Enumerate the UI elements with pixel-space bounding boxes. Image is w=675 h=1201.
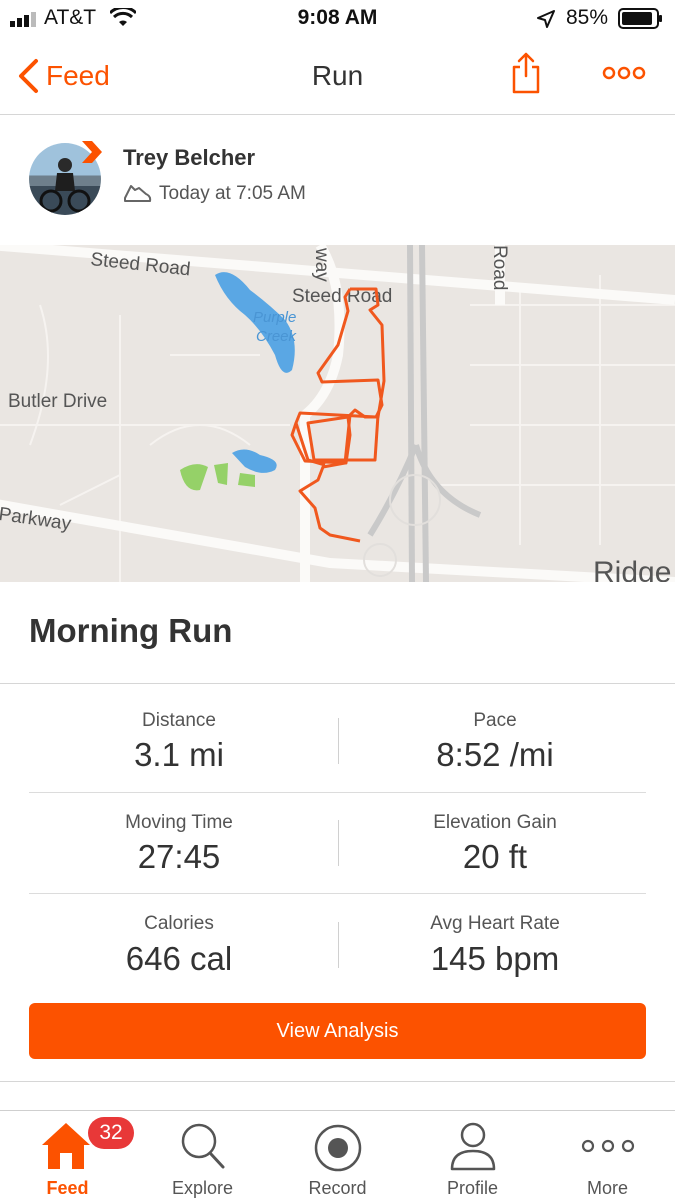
- map-label-road: Road: [489, 245, 510, 290]
- pond-water: [232, 449, 277, 473]
- park-area: [214, 463, 228, 485]
- share-icon[interactable]: [511, 52, 541, 94]
- stat-label-moving-time: Moving Time: [125, 812, 233, 833]
- stat-value-moving-time: 27:45: [137, 838, 221, 875]
- divider: [29, 792, 646, 793]
- stat-label-calories: Calories: [144, 913, 214, 934]
- park-area: [238, 473, 255, 487]
- person-icon: [450, 1122, 496, 1171]
- map-label-creek: Creek: [256, 328, 298, 345]
- stat-value-pace: 8:52 /mi: [436, 736, 554, 773]
- tab-label-profile: Profile: [446, 1178, 499, 1198]
- tab-profile[interactable]: Profile: [405, 1111, 540, 1201]
- tab-label-feed: Feed: [46, 1178, 89, 1198]
- divider: [29, 893, 646, 894]
- tab-label-more: More: [586, 1178, 628, 1198]
- stat-value-avg-heart-rate: 145 bpm: [430, 940, 560, 977]
- stat-value-elevation-gain: 20 ft: [462, 838, 528, 875]
- map-label-steed-road-west: Steed Road: [89, 249, 191, 280]
- navigation-bar: Feed Run: [0, 38, 675, 115]
- map-label-way: way: [311, 247, 332, 282]
- stat-label-distance: Distance: [142, 710, 216, 731]
- map-label-parkway: Parkway: [0, 504, 73, 535]
- stat-label-avg-heart-rate: Avg Heart Rate: [430, 913, 560, 934]
- feed-notification-badge: 32: [88, 1117, 134, 1149]
- more-options-icon[interactable]: [602, 66, 646, 80]
- map-label-purple: Purple: [253, 309, 296, 326]
- location-arrow-icon: [537, 10, 555, 28]
- activity-title: Morning Run: [29, 612, 233, 649]
- search-icon: [181, 1123, 225, 1169]
- tab-record[interactable]: Record: [270, 1111, 405, 1201]
- tab-more[interactable]: More: [540, 1111, 675, 1201]
- route-map[interactable]: Steed Road Steed Road Purple Creek Butle…: [0, 245, 675, 582]
- tab-label-explore: Explore: [171, 1178, 234, 1198]
- battery-icon: [618, 8, 662, 29]
- activity-datetime: Today at 7:05 AM: [159, 183, 306, 204]
- view-analysis-button[interactable]: View Analysis: [29, 1003, 646, 1059]
- stat-value-distance: 3.1 mi: [134, 736, 224, 773]
- tab-label-record: Record: [308, 1178, 367, 1198]
- tab-explore[interactable]: Explore: [135, 1111, 270, 1201]
- shoe-icon: [124, 185, 152, 202]
- map-label-ridge: Ridge: [593, 556, 671, 582]
- divider: [0, 1081, 675, 1082]
- battery-percent: 85%: [566, 6, 609, 29]
- record-icon: [314, 1124, 362, 1172]
- stat-label-elevation-gain: Elevation Gain: [433, 812, 557, 833]
- park-area: [180, 464, 208, 491]
- page-title: Run: [311, 60, 364, 91]
- stat-value-calories: 646 cal: [125, 940, 233, 977]
- divider: [0, 683, 675, 684]
- home-icon: [42, 1123, 90, 1169]
- strava-chevron-icon: [82, 141, 102, 163]
- athlete-name[interactable]: Trey Belcher: [123, 145, 255, 171]
- view-analysis-label: View Analysis: [276, 1019, 399, 1042]
- stat-label-pace: Pace: [473, 710, 517, 731]
- more-icon: [581, 1139, 635, 1153]
- status-bar: AT&T 9:08 AM 85%: [0, 0, 675, 38]
- map-label-butler-drive: Butler Drive: [8, 391, 107, 412]
- map-canvas: Steed Road Steed Road Purple Creek Butle…: [0, 245, 675, 582]
